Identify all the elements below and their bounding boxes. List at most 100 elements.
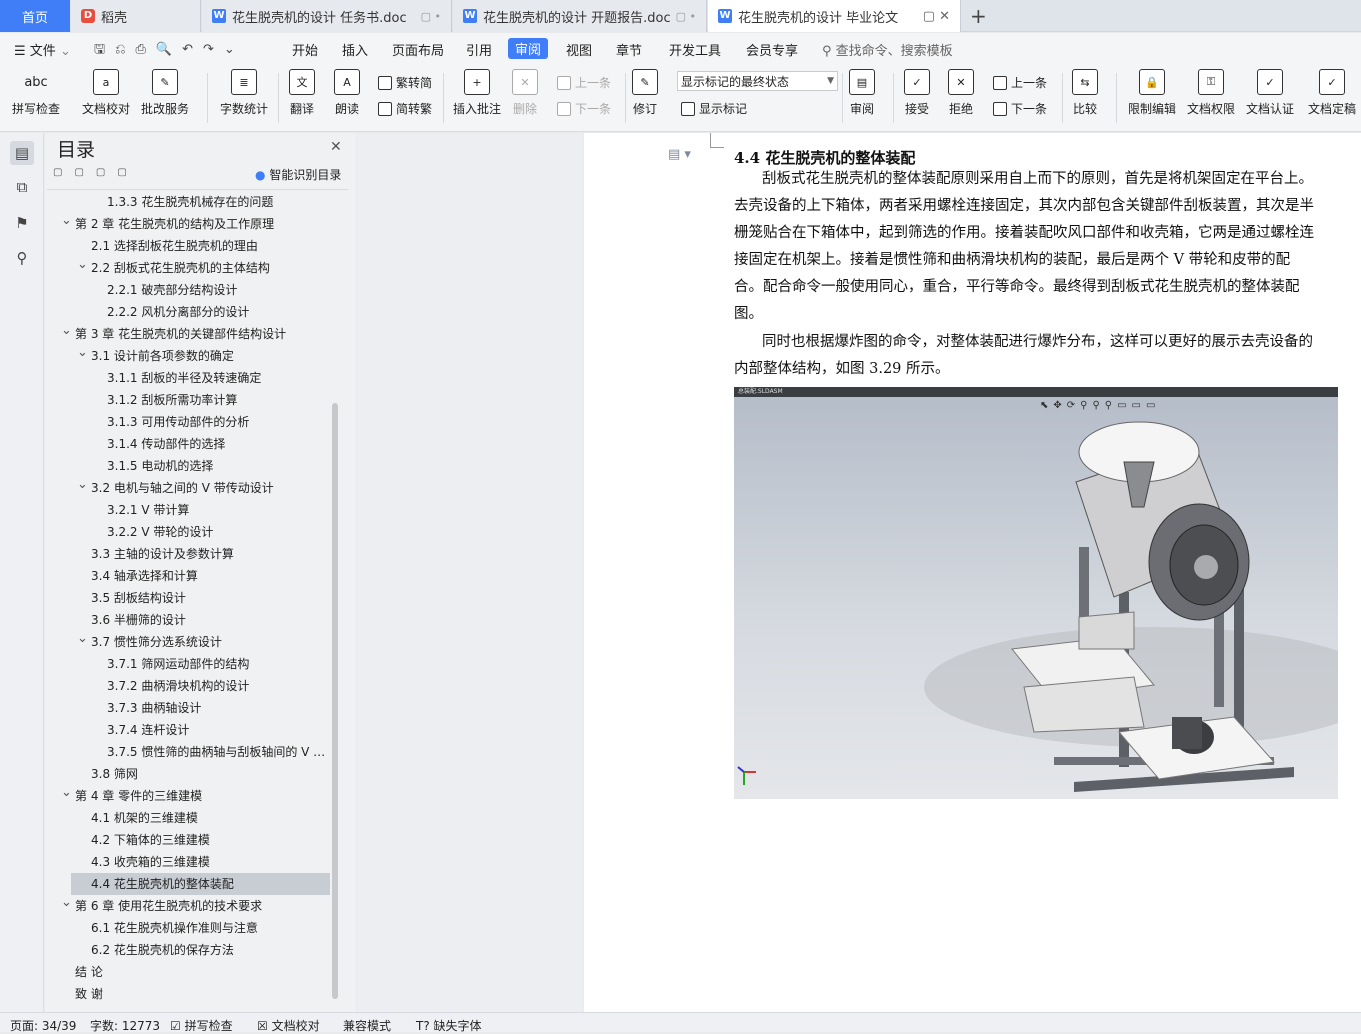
toc-item[interactable]: 1.3.3 花生脱壳机械存在的问题 [45,191,330,213]
menu-chapter[interactable]: 章节 [616,40,642,59]
batch-service-button[interactable]: ✎ 批改服务 [141,69,189,117]
smart-toc-button[interactable]: ● 智能识别目录 [255,166,341,183]
spell-check-button[interactable]: abc 拼写检查 [12,69,60,117]
chevron-down-icon[interactable]: ⌄ [61,785,72,804]
toc-item[interactable]: 4.4 花生脱壳机的整体装配 [71,873,330,895]
menu-start[interactable]: 开始 [292,40,318,59]
toc-item[interactable]: 3.7.3 曲柄轴设计 [45,697,330,719]
tab-daoke[interactable]: D 稻壳 [71,0,201,32]
toc-item[interactable]: 3.1.5 电动机的选择 [45,455,330,477]
toc-item[interactable]: 3.3 主轴的设计及参数计算 [45,543,330,565]
quick-access-toolbar[interactable]: 🖫⎌⎙🔍↶↷⌄ [94,40,245,62]
tab-cloud-icon[interactable]: ▢ • [676,10,696,23]
toc-item[interactable]: 3.5 刮板结构设计 [45,587,330,609]
page-indicator[interactable]: 页面: 34/39 [10,1017,76,1034]
delete-comment-button[interactable]: ✕ 删除 [512,69,538,117]
toc-item[interactable]: 3.7.2 曲柄滑块机构的设计 [45,675,330,697]
menu-developer[interactable]: 开发工具 [669,40,721,59]
missing-font-indicator[interactable]: T? 缺失字体 [416,1017,482,1034]
markup-state-select[interactable]: 显示标记的最终状态 ▼ [677,71,838,91]
toc-item[interactable]: 3.6 半栅筛的设计 [45,609,330,631]
file-menu[interactable]: ☰ 文件 ⌄ [14,40,71,59]
chevron-down-icon[interactable]: ⌄ [77,257,88,276]
toc-scrollbar[interactable] [332,403,338,999]
menu-layout[interactable]: 页面布局 [392,40,444,59]
toc-item[interactable]: 6.2 花生脱壳机的保存方法 [45,939,330,961]
doc-cert-button[interactable]: ✓ 文档认证 [1246,69,1294,117]
toc-item[interactable]: 3.2.1 V 带计算 [45,499,330,521]
accept-button[interactable]: ✓ 接受 [904,69,930,117]
toc-item[interactable]: ⌄ 3.1 设计前各项参数的确定 [45,345,330,367]
tab-doc-proposal[interactable]: W 花生脱壳机的设计 开题报告.doc ▢ • [453,0,707,32]
toc-item[interactable]: 3.4 轴承选择和计算 [45,565,330,587]
chevron-down-icon[interactable]: ⌄ [61,323,72,342]
toc-item[interactable]: 结 论 [45,961,330,983]
show-markup-button[interactable]: 显示标记 [681,100,747,117]
reject-button[interactable]: ✕ 拒绝 [948,69,974,117]
bookmark-icon[interactable]: ⚑ [12,213,32,233]
prev-comment-button[interactable]: 上一条 [557,74,611,91]
word-count-button[interactable]: ≣ 字数统计 [220,69,268,117]
chevron-down-icon[interactable]: ⌄ [77,345,88,364]
toc-item[interactable]: 2.2.1 破壳部分结构设计 [45,279,330,301]
navigation-icon[interactable]: ⧉ [12,177,32,197]
toc-item[interactable]: ⌄ 第 6 章 使用花生脱壳机的技术要求 [45,895,330,917]
word-count-indicator[interactable]: 字数: 12773 [90,1017,160,1034]
close-icon[interactable]: ✕ [330,139,342,155]
toc-item[interactable]: 6.1 花生脱壳机操作准则与注意 [45,917,330,939]
close-icon[interactable]: ▢ ✕ [923,9,950,24]
toc-item[interactable]: 3.7.5 惯性筛的曲柄轴与刮板轴间的 V … [45,741,330,763]
status-spell-check[interactable]: ☑ 拼写检查 [170,1017,233,1034]
insert-comment-button[interactable]: + 插入批注 [453,69,501,117]
compare-button[interactable]: ⇆ 比较 [1072,69,1098,117]
search-icon[interactable]: ⚲ [12,248,32,268]
restrict-edit-button[interactable]: 🔒 限制编辑 [1128,69,1176,117]
toc-item[interactable]: 3.2.2 V 带轮的设计 [45,521,330,543]
menu-review[interactable]: 审阅 [508,38,549,59]
chevron-down-icon[interactable]: ⌄ [61,895,72,914]
toc-item[interactable]: 4.1 机架的三维建模 [45,807,330,829]
toc-item[interactable]: ⌄ 第 4 章 零件的三维建模 [45,785,330,807]
review-pane-button[interactable]: ▤ 审阅 [849,69,875,117]
chevron-down-icon[interactable]: ⌄ [77,631,88,650]
chevron-down-icon[interactable]: ⌄ [61,213,72,232]
toc-item[interactable]: 3.1.4 传动部件的选择 [45,433,330,455]
toc-expand-controls[interactable]: ▢▢▢▢ [53,167,139,178]
simp-to-trad-button[interactable]: 简转繁 [378,100,432,117]
toc-item[interactable]: ⌄ 3.7 惯性筛分选系统设计 [45,631,330,653]
toc-item[interactable]: 4.3 收壳箱的三维建模 [45,851,330,873]
toc-item[interactable]: 4.2 下箱体的三维建模 [45,829,330,851]
toc-item[interactable]: ⌄ 第 2 章 花生脱壳机的结构及工作原理 [45,213,330,235]
toc-item[interactable]: 致 谢 [45,983,330,1005]
menu-reference[interactable]: 引用 [466,40,492,59]
menu-insert[interactable]: 插入 [342,40,368,59]
toc-item[interactable]: 3.1.3 可用传动部件的分析 [45,411,330,433]
tab-home[interactable]: 首页 [0,0,70,32]
toc-item[interactable]: ⌄ 3.2 电机与轴之间的 V 带传动设计 [45,477,330,499]
toc-item[interactable]: 3.7.4 连杆设计 [45,719,330,741]
trad-to-simp-button[interactable]: 繁转简 [378,74,432,91]
toc-item[interactable]: 2.2.2 风机分离部分的设计 [45,301,330,323]
toc-item[interactable]: 3.7.1 筛网运动部件的结构 [45,653,330,675]
next-change-button[interactable]: 下一条 [993,100,1047,117]
chevron-down-icon[interactable]: ⌄ [77,477,88,496]
toc-item[interactable]: 2.1 选择刮板花生脱壳机的理由 [45,235,330,257]
toc-item[interactable]: ⌄ 2.2 刮板式花生脱壳机的主体结构 [45,257,330,279]
toc-item[interactable]: 3.1.2 刮板所需功率计算 [45,389,330,411]
command-search[interactable]: ⚲ 查找命令、搜索模板 [822,40,953,59]
tab-doc-thesis[interactable]: W 花生脱壳机的设计 毕业论文 ▢ ✕ [708,0,961,32]
tab-cloud-icon[interactable]: ▢ • [421,10,441,23]
paragraph-options-icon[interactable]: ▤ ▾ [668,147,691,162]
translate-button[interactable]: 文翻译 [289,69,315,117]
doc-permission-button[interactable]: ⚿ 文档权限 [1187,69,1235,117]
toc-item[interactable]: 3.8 筛网 [45,763,330,785]
toc-pane-icon[interactable]: ▤ [10,141,34,165]
next-comment-button[interactable]: 下一条 [557,100,611,117]
status-doc-proof[interactable]: ☒ 文档校对 [257,1017,320,1034]
menu-view[interactable]: 视图 [566,40,592,59]
read-aloud-button[interactable]: A 朗读 [334,69,360,117]
toc-item[interactable]: 3.1.1 刮板的半径及转速确定 [45,367,330,389]
prev-change-button[interactable]: 上一条 [993,74,1047,91]
doc-proof-button[interactable]: a 文档校对 [82,69,130,117]
track-changes-button[interactable]: ✎ 修订 [632,69,658,117]
